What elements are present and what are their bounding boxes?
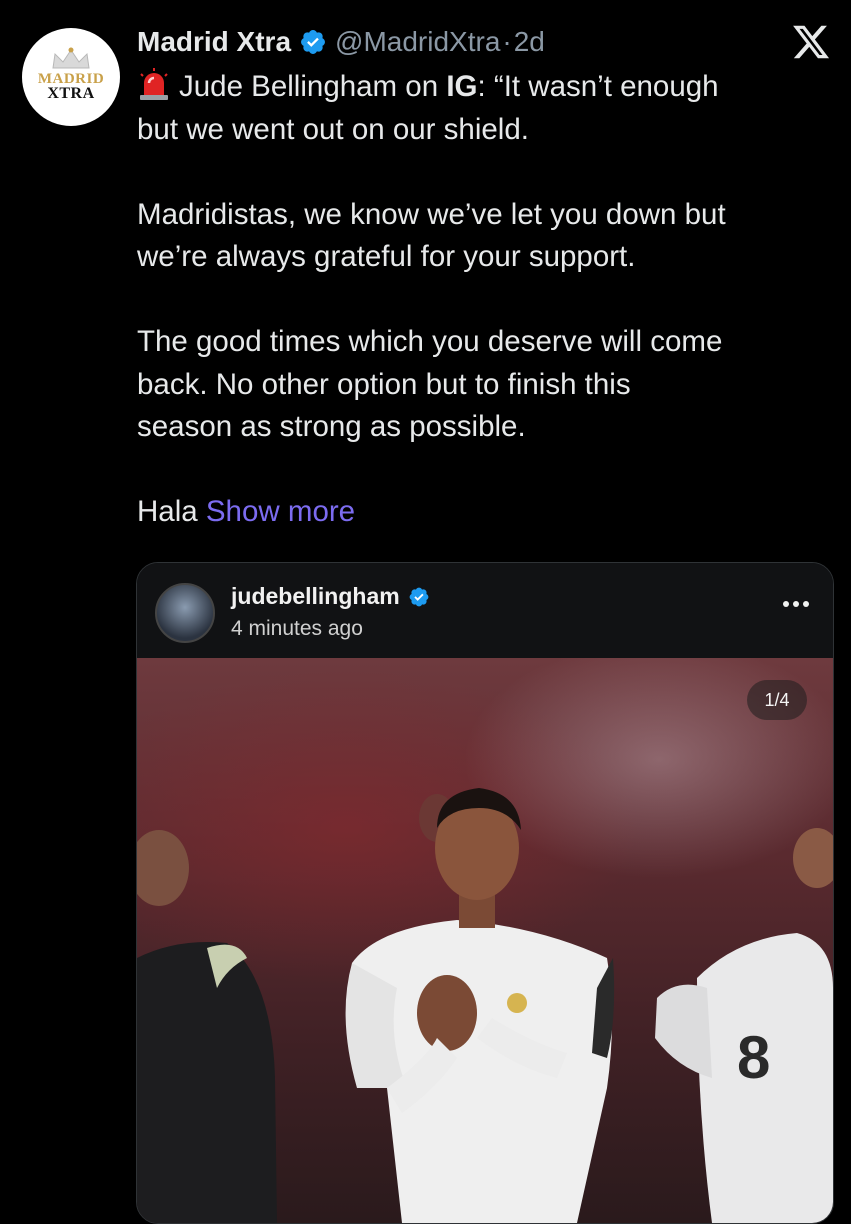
tweet-line-1-bold: IG bbox=[446, 70, 478, 103]
account-avatar[interactable]: MADRID XTRA bbox=[22, 28, 120, 126]
siren-emoji-icon bbox=[140, 68, 168, 100]
crown-icon bbox=[52, 47, 90, 69]
dot-separator: · bbox=[502, 26, 512, 57]
tweet-para3-line2: back. No other option but to finish this bbox=[137, 367, 631, 401]
instagram-avatar[interactable] bbox=[155, 583, 215, 643]
verified-badge-icon bbox=[301, 30, 325, 54]
svg-text:8: 8 bbox=[737, 1024, 770, 1091]
instagram-username-row: judebellingham bbox=[231, 583, 430, 610]
photo-illustration: 8 bbox=[137, 788, 833, 1223]
show-more-link[interactable]: Show more bbox=[206, 495, 355, 528]
instagram-post-header: judebellingham 4 minutes ago bbox=[137, 563, 833, 658]
tweet-last-word: Hala bbox=[137, 495, 206, 528]
tweet-line-1-prefix: Jude Bellingham on bbox=[179, 70, 447, 103]
account-name[interactable]: Madrid Xtra bbox=[137, 26, 291, 58]
tweet-timestamp[interactable]: 2d bbox=[514, 26, 545, 58]
image-counter: 1/4 bbox=[747, 680, 807, 720]
tweet-line-1: Jude Bellingham on IG: “It wasn’t enough bbox=[137, 66, 837, 109]
tweet-para2-line2: we’re always grateful for your support. bbox=[137, 240, 636, 273]
account-handle[interactable]: @MadridXtra bbox=[335, 26, 500, 58]
instagram-embed-card[interactable]: judebellingham 4 minutes ago 8 1/4 bbox=[136, 562, 834, 1224]
more-options-icon[interactable] bbox=[781, 599, 811, 609]
tweet-header: Madrid Xtra @MadridXtra · 2d bbox=[137, 22, 545, 62]
instagram-post-time: 4 minutes ago bbox=[231, 617, 363, 640]
tweet-line-1-suffix: : “It wasn’t enough bbox=[477, 70, 719, 103]
tweet-para3-line3: season as strong as possible. bbox=[137, 410, 526, 443]
verified-badge-icon bbox=[409, 587, 429, 606]
tweet-last-line: Hala Show more bbox=[137, 491, 837, 534]
instagram-username[interactable]: judebellingham bbox=[231, 583, 400, 610]
tweet-para3-line1: The good times which you deserve will co… bbox=[137, 325, 723, 358]
x-logo-icon[interactable] bbox=[791, 22, 831, 62]
tweet-para2-line1: Madridistas, we know we’ve let you down … bbox=[137, 197, 726, 231]
avatar-text-madrid: MADRID bbox=[37, 71, 105, 87]
tweet-line-2: but we went out on our shield. bbox=[137, 112, 529, 146]
avatar-text-xtra: XTRA bbox=[47, 85, 95, 102]
instagram-post-photo[interactable]: 8 1/4 bbox=[137, 658, 833, 1223]
tweet-text: Jude Bellingham on IG: “It wasn’t enough… bbox=[137, 66, 837, 534]
